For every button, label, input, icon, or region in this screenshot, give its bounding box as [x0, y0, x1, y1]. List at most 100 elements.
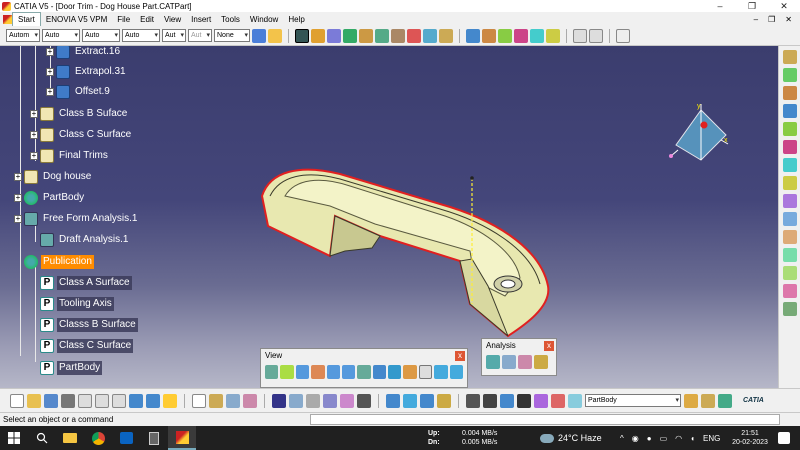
tree-node[interactable]: + Offset.9 — [46, 84, 112, 100]
doc-close-button[interactable]: ✕ — [785, 15, 792, 24]
law-icon[interactable] — [782, 212, 797, 226]
extrude-icon[interactable] — [375, 28, 389, 43]
print-icon[interactable] — [61, 393, 75, 408]
normal-view-icon[interactable] — [357, 365, 371, 379]
axis-system-icon[interactable] — [311, 28, 325, 43]
join-icon[interactable] — [466, 28, 480, 43]
shape-morph-icon[interactable] — [782, 266, 797, 280]
viewpoint-icon[interactable] — [483, 393, 497, 408]
tree-node[interactable]: P Class A Surface — [40, 275, 132, 291]
wrap-icon[interactable] — [782, 248, 797, 262]
tree-expand-icon[interactable]: + — [30, 152, 38, 160]
measure-icon[interactable] — [616, 28, 630, 43]
wireframe-icon[interactable] — [449, 365, 463, 379]
menu-tools[interactable]: Tools — [216, 13, 245, 26]
menu-help[interactable]: Help — [283, 13, 309, 26]
revolve-icon[interactable] — [391, 28, 405, 43]
hide-show-icon[interactable] — [418, 365, 433, 379]
whats-this-icon[interactable] — [163, 393, 177, 408]
symmetry-icon[interactable] — [782, 140, 797, 154]
bump-icon[interactable] — [782, 284, 797, 298]
hybrid-body-icon[interactable] — [357, 393, 371, 408]
zoom-out-icon[interactable] — [341, 365, 356, 379]
save-icon[interactable] — [44, 393, 58, 408]
snap-icon[interactable] — [466, 393, 480, 408]
mirror-icon[interactable] — [534, 393, 548, 408]
connect-checker-icon[interactable] — [534, 355, 548, 369]
file-explorer-button[interactable] — [56, 426, 84, 450]
analysis-link-icon[interactable] — [500, 393, 514, 408]
mass-properties-icon[interactable] — [437, 393, 451, 408]
tree-node[interactable]: + Extrapol.31 — [46, 64, 128, 80]
copy-clipboard-icon[interactable] — [95, 393, 109, 408]
knowledge-icon[interactable] — [209, 393, 223, 408]
scan-icon[interactable] — [701, 393, 715, 408]
render-style-icon[interactable] — [403, 365, 417, 379]
multi-view-icon[interactable] — [372, 365, 386, 379]
tree-expand-icon[interactable]: + — [46, 48, 54, 56]
view-toolbar[interactable]: View x — [260, 348, 468, 388]
formula-icon[interactable] — [192, 393, 206, 408]
zoom-in-icon[interactable] — [326, 365, 340, 379]
menu-edit[interactable]: Edit — [135, 13, 159, 26]
measure-item-icon[interactable] — [420, 393, 434, 408]
pattern-icon[interactable] — [782, 194, 797, 208]
tree-node[interactable]: P Tooling Axis — [40, 296, 114, 312]
surface-icon[interactable] — [782, 50, 797, 64]
tree-expand-icon[interactable]: + — [14, 215, 22, 223]
notification-icon[interactable] — [778, 432, 790, 444]
sketcher-icon[interactable] — [295, 28, 309, 43]
maximize-button[interactable]: ❐ — [736, 0, 768, 12]
volume-icon[interactable]: ◖ — [690, 434, 695, 443]
undo-icon[interactable] — [129, 393, 143, 408]
swap-space-icon[interactable] — [434, 365, 448, 379]
paste-clipboard-icon[interactable] — [112, 393, 126, 408]
rotate-feature-icon[interactable] — [782, 122, 797, 136]
line-thickness-combo[interactable]: Auto — [82, 29, 120, 42]
tree-node[interactable]: + Class B Suface — [30, 106, 129, 122]
work-object-combo[interactable]: PartBody — [585, 394, 681, 407]
curvature-analysis-icon[interactable] — [502, 355, 516, 369]
doc-restore-button[interactable]: ❐ — [768, 15, 775, 24]
sweep-icon[interactable] — [407, 28, 421, 43]
point-icon[interactable] — [327, 28, 341, 43]
menu-start[interactable]: Start — [12, 11, 41, 27]
tree-node[interactable]: + Dog house — [14, 169, 93, 185]
tree-expand-icon[interactable]: + — [46, 68, 54, 76]
reaction-icon[interactable] — [243, 393, 257, 408]
body-icon[interactable] — [323, 393, 337, 408]
calculator-button[interactable] — [140, 426, 168, 450]
paste-icon[interactable] — [589, 28, 603, 43]
tree-node[interactable]: + Final Trims — [30, 148, 110, 164]
draft-analysis-icon[interactable] — [486, 355, 500, 369]
chrome-button[interactable] — [84, 426, 112, 450]
fit-all-icon[interactable] — [280, 365, 294, 379]
cut-icon[interactable] — [78, 393, 92, 408]
compass[interactable]: y x — [666, 100, 736, 170]
thickness-icon[interactable] — [782, 302, 797, 316]
transparency-combo[interactable]: Auto — [42, 29, 80, 42]
ftree-icon[interactable] — [306, 393, 320, 408]
blend-icon[interactable] — [439, 28, 453, 43]
layer-combo[interactable]: None — [214, 29, 250, 42]
battery-icon[interactable]: ▭ — [660, 434, 668, 443]
tools-palette-icon[interactable] — [718, 393, 732, 408]
trim-icon[interactable] — [514, 28, 528, 43]
line-type-combo[interactable]: Auto — [122, 29, 160, 42]
3d-viewport[interactable]: + Extract.16 + Extrapol.31 + Offset.9 + Class B… — [0, 46, 778, 388]
rotate-icon[interactable] — [311, 365, 325, 379]
grid-icon[interactable] — [289, 393, 303, 408]
record-icon[interactable]: ● — [647, 434, 652, 443]
camera-icon[interactable]: ◉ — [632, 434, 639, 443]
healing-icon[interactable] — [482, 28, 496, 43]
boundary-icon[interactable] — [530, 28, 544, 43]
measure-between-icon[interactable] — [403, 393, 417, 408]
fill-icon[interactable] — [423, 28, 437, 43]
minimize-button[interactable]: – — [704, 0, 736, 12]
clock[interactable]: 21:51 20-02-2023 — [728, 429, 772, 447]
apply-material-icon[interactable] — [684, 393, 698, 408]
tree-expand-icon[interactable]: + — [30, 110, 38, 118]
scaling-icon[interactable] — [782, 158, 797, 172]
iso-view-icon[interactable] — [388, 365, 402, 379]
color-combo[interactable]: Autom — [6, 29, 40, 42]
